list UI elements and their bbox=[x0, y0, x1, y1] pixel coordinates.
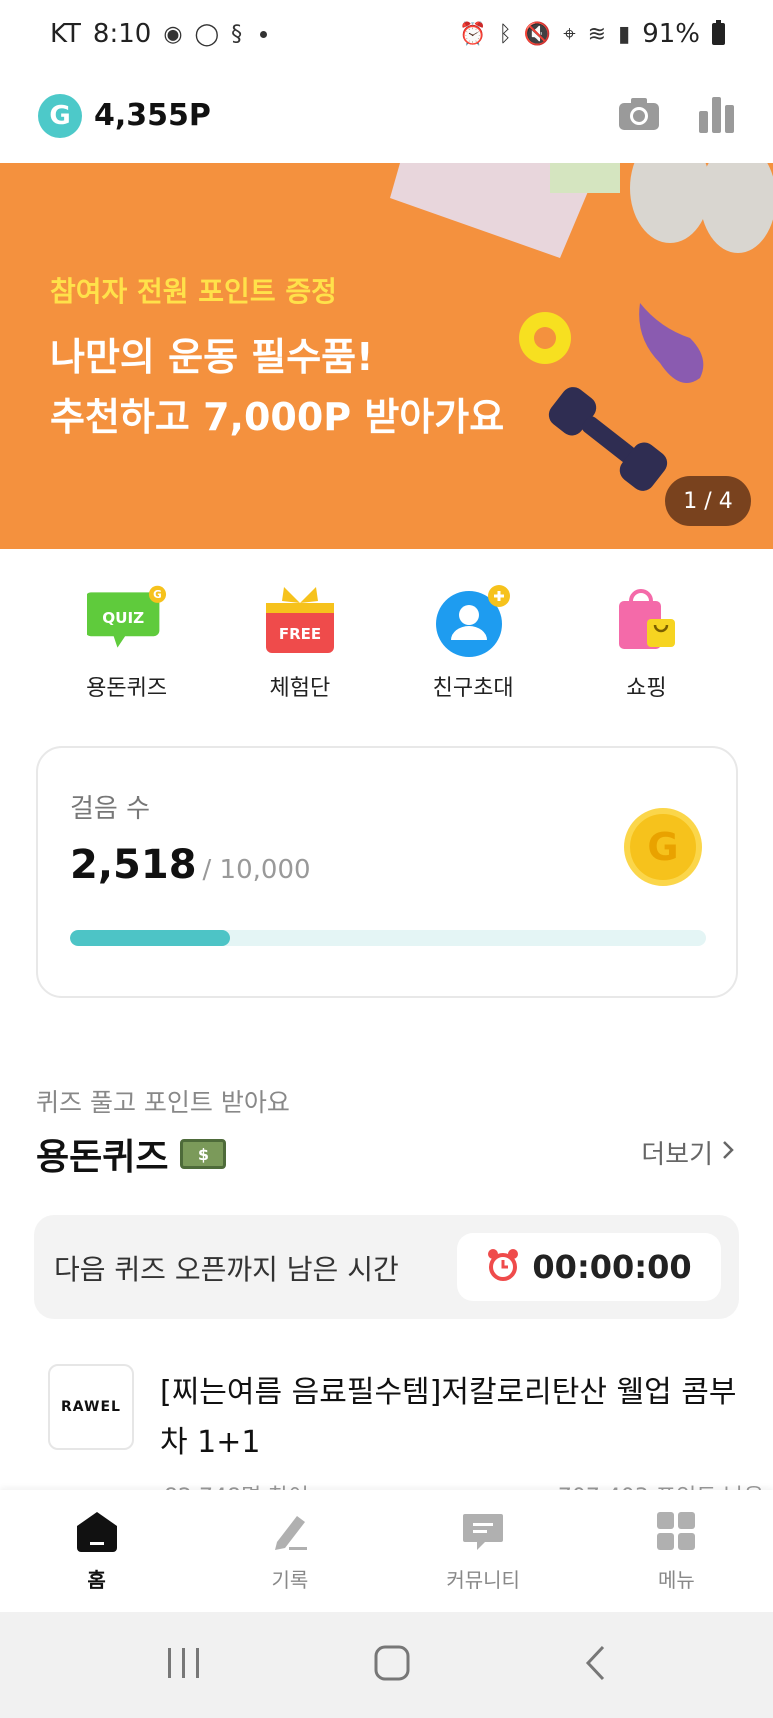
quiz-more-link[interactable]: 더보기 bbox=[641, 1134, 735, 1171]
battery-percent: 91% bbox=[642, 19, 700, 49]
app-header: G 4,355P bbox=[0, 68, 773, 163]
back-icon[interactable] bbox=[583, 1644, 607, 1686]
signal-icon: ▮ bbox=[618, 21, 631, 47]
steps-current: 2,518 bbox=[70, 842, 197, 888]
cash-icon: $ bbox=[180, 1139, 227, 1169]
carrier: KT bbox=[50, 19, 81, 49]
wifi-icon: ≋ bbox=[587, 21, 607, 47]
recent-apps-icon[interactable] bbox=[166, 1646, 202, 1684]
nav-label: 홈 bbox=[87, 1567, 106, 1592]
nav-label: 메뉴 bbox=[657, 1567, 695, 1592]
status-bar-left: KT 8:10 ◉ ◯ § bbox=[50, 19, 268, 49]
status-bar-right: ⏰ ᛒ 🔇 ⌖ ≋ ▮ 91% bbox=[459, 19, 725, 49]
more-label: 더보기 bbox=[641, 1140, 713, 1170]
svg-text:G: G bbox=[153, 589, 162, 601]
grid-menu-icon bbox=[655, 1510, 697, 1556]
more-notifications-icon bbox=[260, 30, 268, 38]
alarm-icon: ⏰ bbox=[459, 21, 487, 47]
bluetooth-icon: ᛒ bbox=[498, 21, 512, 47]
quiz-list-item[interactable]: RAWEL [찌는여름 음료필수템]저칼로리탄산 웰업 콤부차 1+1 82,7… bbox=[48, 1364, 764, 1510]
shortcut-shopping[interactable]: 쇼핑 bbox=[576, 580, 716, 710]
shopping-bag-icon bbox=[606, 580, 686, 660]
brand-logo: RAWEL bbox=[48, 1364, 134, 1450]
shortcut-experience[interactable]: FREE 체험단 bbox=[230, 580, 370, 710]
banner-title: 나만의 운동 필수품! 추천하고 7,000P 받아가요 bbox=[50, 327, 504, 447]
step-counter-card[interactable]: 걸음 수 2,518/ 10,000 G bbox=[36, 746, 738, 998]
quiz-item-title: [찌는여름 음료필수템]저칼로리탄산 웰업 콤부차 1+1 bbox=[160, 1375, 737, 1460]
bottom-navigation: 홈 기록 커뮤니티 메뉴 bbox=[0, 1490, 773, 1612]
location-icon: ⌖ bbox=[563, 21, 576, 47]
camera-icon[interactable] bbox=[617, 96, 661, 136]
nav-menu[interactable]: 메뉴 bbox=[616, 1510, 736, 1593]
shortcut-label: 친구초대 bbox=[432, 676, 514, 701]
shortcut-quiz[interactable]: QUIZ G 용돈퀴즈 bbox=[57, 580, 197, 710]
battery-icon bbox=[712, 20, 725, 45]
banner-title-line2: 추천하고 7,000P 받아가요 bbox=[50, 395, 505, 439]
system-navigation-bar bbox=[0, 1612, 773, 1718]
quiz-section-title: 용돈퀴즈 $ bbox=[36, 1128, 227, 1180]
quiz-icon: QUIZ G bbox=[86, 580, 167, 660]
steps-value: 2,518/ 10,000 bbox=[70, 842, 311, 888]
status-bar: KT 8:10 ◉ ◯ § ⏰ ᛒ 🔇 ⌖ ≋ ▮ 91% bbox=[0, 0, 773, 68]
quiz-section-title-text: 용돈퀴즈 bbox=[36, 1137, 169, 1178]
messenger-icon: ◯ bbox=[194, 21, 220, 47]
shortcut-menu: QUIZ G 용돈퀴즈 FREE 체험단 친구초대 쇼핑 bbox=[0, 580, 773, 710]
promo-banner[interactable]: 참여자 전원 포인트 증정 나만의 운동 필수품! 추천하고 7,000P 받아… bbox=[0, 163, 773, 549]
pencil-icon bbox=[269, 1510, 311, 1556]
nav-label: 기록 bbox=[271, 1567, 309, 1592]
mute-icon: 🔇 bbox=[523, 21, 552, 47]
bar-chart-icon[interactable] bbox=[699, 95, 735, 137]
quiz-section-subtitle: 퀴즈 풀고 포인트 받아요 bbox=[36, 1088, 290, 1117]
nav-home[interactable]: 홈 bbox=[37, 1510, 157, 1593]
svg-text:QUIZ: QUIZ bbox=[102, 609, 144, 627]
quiz-timer-box: 다음 퀴즈 오픈까지 남은 시간 00:00:00 bbox=[34, 1215, 739, 1319]
banner-subtitle: 참여자 전원 포인트 증정 bbox=[50, 275, 337, 308]
shortcut-invite[interactable]: 친구초대 bbox=[403, 580, 543, 710]
g-logo-icon: G bbox=[38, 93, 82, 138]
timer-value: 00:00:00 bbox=[532, 1248, 692, 1286]
app-notification-icon: § bbox=[231, 21, 243, 47]
nav-label: 커뮤니티 bbox=[446, 1567, 520, 1592]
clock: 8:10 bbox=[92, 19, 152, 49]
shortcut-label: 용돈퀴즈 bbox=[86, 676, 168, 701]
home-button-icon[interactable] bbox=[373, 1644, 411, 1686]
chevron-right-icon bbox=[721, 1138, 735, 1168]
chat-bubble-icon bbox=[461, 1510, 505, 1556]
shortcut-label: 쇼핑 bbox=[626, 676, 667, 701]
steps-label: 걸음 수 bbox=[70, 794, 151, 824]
notification-icon: ◉ bbox=[163, 21, 183, 47]
points-display[interactable]: G 4,355P bbox=[38, 93, 211, 138]
g-coin-icon[interactable]: G bbox=[624, 808, 702, 886]
home-icon bbox=[75, 1510, 119, 1556]
free-gift-icon: FREE bbox=[260, 580, 340, 660]
alarm-clock-icon bbox=[486, 1248, 520, 1286]
banner-page-counter: 1 / 4 bbox=[665, 476, 751, 526]
banner-title-line1: 나만의 운동 필수품! bbox=[50, 335, 374, 379]
steps-progress-bar bbox=[70, 930, 706, 946]
nav-community[interactable]: 커뮤니티 bbox=[423, 1510, 543, 1593]
timer-pill: 00:00:00 bbox=[457, 1233, 721, 1301]
header-actions bbox=[617, 95, 735, 137]
nav-record[interactable]: 기록 bbox=[230, 1510, 350, 1593]
shortcut-label: 체험단 bbox=[269, 676, 331, 701]
steps-goal: / 10,000 bbox=[202, 855, 311, 885]
timer-label: 다음 퀴즈 오픈까지 남은 시간 bbox=[54, 1253, 399, 1286]
points-value: 4,355P bbox=[94, 98, 211, 133]
invite-friend-icon bbox=[433, 580, 513, 660]
steps-progress-fill bbox=[70, 930, 231, 946]
svg-text:FREE: FREE bbox=[279, 625, 321, 643]
